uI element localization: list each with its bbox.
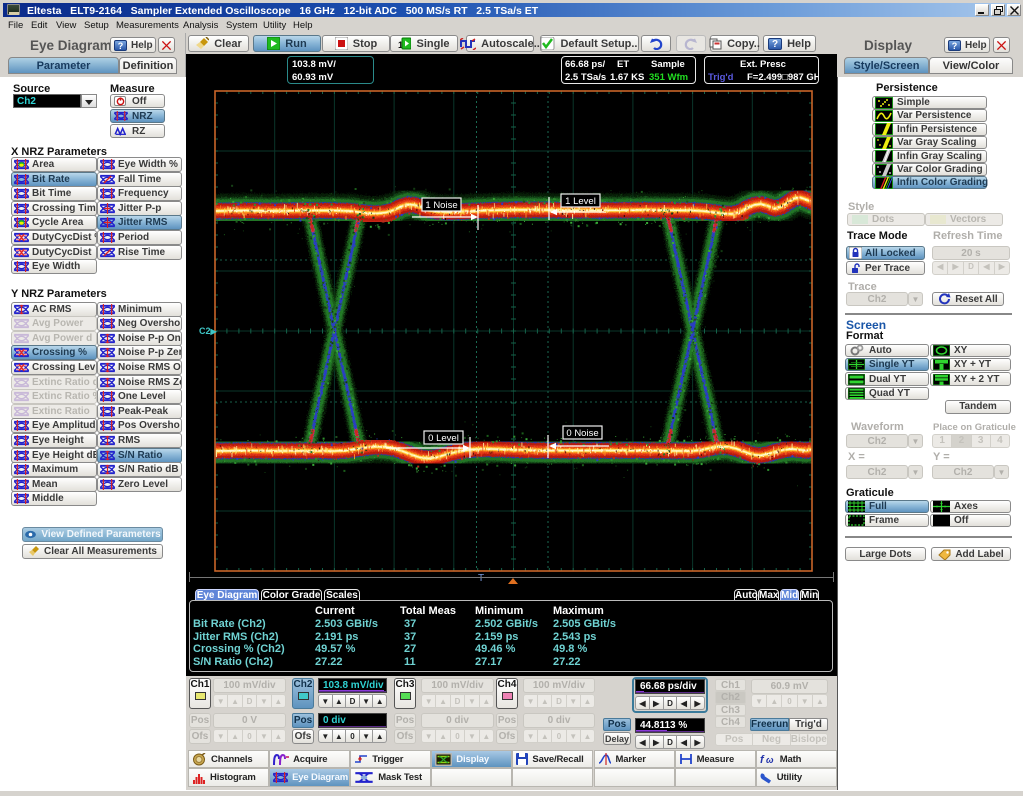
svg-text:1 Level: 1 Level xyxy=(565,196,596,207)
svg-text:f: f xyxy=(760,754,765,765)
svg-text:1 Noise: 1 Noise xyxy=(425,200,457,211)
svg-text:0 Noise: 0 Noise xyxy=(566,428,598,439)
svg-text:0 Level: 0 Level xyxy=(428,433,459,444)
svg-text:ω: ω xyxy=(766,755,774,765)
